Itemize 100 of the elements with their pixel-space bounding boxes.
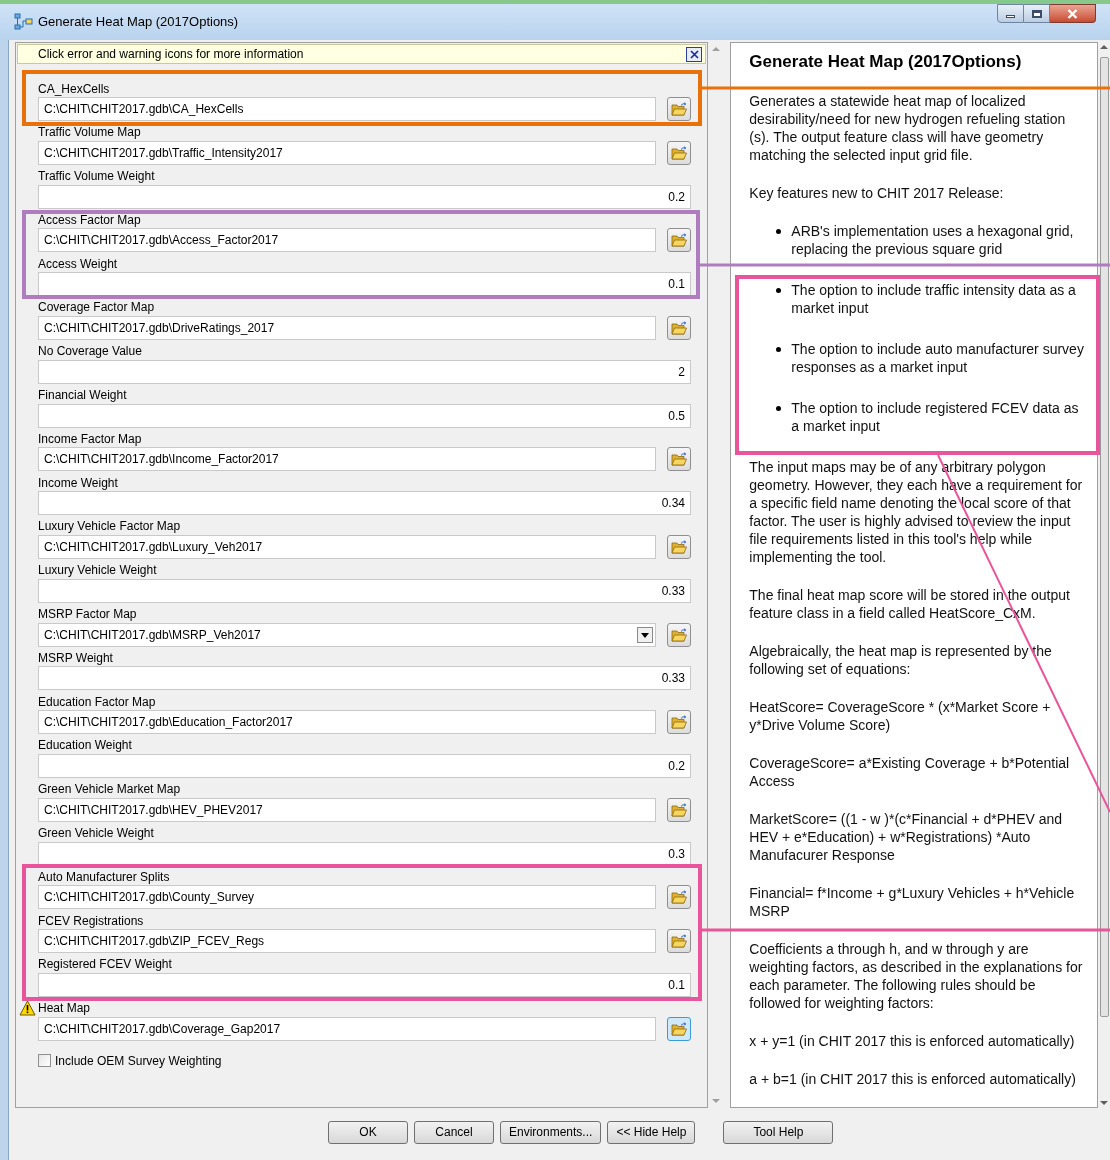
folder-icon [671, 1021, 687, 1036]
browse-button[interactable] [667, 447, 691, 472]
browse-button[interactable] [667, 885, 691, 910]
browse-button[interactable] [667, 710, 691, 735]
folder-icon [671, 452, 687, 467]
warning-icon[interactable] [19, 999, 36, 1016]
help-paragraph: HeatScore= CoverageScore * (x*Market Score + y*Drive Volume Score) [749, 698, 1052, 734]
path-field[interactable]: C:\CHIT\CHIT2017.gdb\ZIP_FCEV_Regs [38, 929, 656, 954]
path-field[interactable]: C:\CHIT\CHIT2017.gdb\Access_Factor2017 [38, 228, 656, 253]
minimize-button[interactable] [997, 4, 1024, 23]
close-icon [1067, 8, 1078, 19]
parameter-label: No Coverage Value [38, 345, 142, 358]
help-paragraph: CoverageScore= a*Existing Coverage + b*Potential Access [749, 754, 1071, 790]
path-field[interactable]: C:\CHIT\CHIT2017.gdb\Luxury_Veh2017 [38, 534, 656, 559]
browse-button[interactable] [667, 1016, 691, 1041]
help-bullet-text: The option to include traffic intensity data as a market input [791, 281, 1077, 317]
browse-button[interactable] [667, 534, 691, 559]
checkbox[interactable] [38, 1054, 51, 1068]
parameter-label: Auto Manufacturer Splits [38, 870, 170, 883]
folder-icon [671, 321, 687, 335]
help-bullet-text: ARB's implementation uses a hexagonal grid, replacing the previous square grid [791, 222, 1075, 258]
number-field[interactable]: 0.2 [38, 184, 691, 209]
parameter-label: MSRP Weight [38, 651, 113, 664]
scroll-down-icon[interactable] [1100, 1101, 1108, 1106]
dialog-button[interactable]: Environments... [500, 1120, 602, 1144]
browse-button[interactable] [667, 316, 691, 340]
bullet-icon [776, 229, 782, 234]
bullet-icon [776, 406, 782, 411]
browse-button[interactable] [667, 929, 691, 954]
parameter-label: Green Vehicle Market Map [38, 783, 181, 796]
number-field[interactable]: 0.3 [38, 841, 691, 866]
browse-button[interactable] [667, 140, 691, 165]
help-paragraph: Coefficients a through h, and w through y are weighting factors, as described in the explanations for each parameter. The following rules should be followed for weighting factors: [749, 940, 1084, 1012]
dialog-button[interactable]: << Hide Help [607, 1120, 696, 1144]
parameter-label: Access Weight [38, 257, 118, 270]
maximize-icon [1031, 9, 1042, 18]
parameter-label: Access Factor Map [38, 213, 141, 226]
path-field[interactable]: C:\CHIT\CHIT2017.gdb\Coverage_Gap2017 [38, 1016, 656, 1041]
number-field[interactable]: 0.1 [38, 972, 691, 997]
path-field[interactable]: C:\CHIT\CHIT2017.gdb\CA_HexCells [38, 97, 656, 121]
close-button[interactable] [686, 46, 703, 62]
path-field[interactable]: C:\CHIT\CHIT2017.gdb\Education_Factor2017 [38, 710, 656, 735]
dialog-button[interactable]: OK [328, 1120, 408, 1144]
help-paragraph: Generates a statewide heat map of localized desirability/need for new hydrogen refueling station (s). The output feature class will have geometry matching the selected input grid file. [749, 92, 1067, 164]
folder-icon [671, 627, 687, 642]
scroll-up-icon[interactable] [1100, 44, 1108, 49]
folder-icon [671, 715, 687, 730]
browse-button[interactable] [667, 797, 691, 822]
folder-icon [671, 233, 687, 248]
path-field[interactable]: C:\CHIT\CHIT2017.gdb\County_Survey [38, 885, 656, 910]
help-bullet-text: The option to include registered FCEV data as a market input [791, 399, 1080, 435]
dialog-button[interactable]: Cancel [414, 1120, 494, 1144]
help-paragraph: a + b=1 (in CHIT 2017 this is enforced automatically) [749, 1070, 1077, 1088]
scroll-up-icon[interactable] [712, 46, 721, 51]
parameter-label: Green Vehicle Weight [38, 827, 154, 840]
number-field[interactable]: 0.1 [38, 272, 691, 297]
number-field[interactable]: 0.34 [38, 491, 691, 516]
maximize-button[interactable] [1024, 4, 1050, 23]
dropdown-field[interactable]: C:\CHIT\CHIT2017.gdb\MSRP_Veh2017 [38, 622, 656, 647]
close-button[interactable] [1050, 4, 1096, 23]
folder-icon [671, 539, 687, 554]
path-field[interactable]: C:\CHIT\CHIT2017.gdb\Income_Factor2017 [38, 447, 656, 472]
folder-icon [671, 145, 687, 160]
parameter-label: Luxury Vehicle Factor Map [38, 520, 181, 533]
parameter-label: Traffic Volume Weight [38, 170, 155, 183]
parameter-label: Luxury Vehicle Weight [38, 564, 157, 577]
folder-icon [671, 802, 687, 817]
parameter-label: FCEV Registrations [38, 914, 144, 927]
folder-icon [671, 934, 687, 949]
parameter-label: CA_HexCells [38, 82, 110, 95]
model-icon [14, 13, 34, 31]
path-field[interactable]: C:\CHIT\CHIT2017.gdb\Traffic_Intensity2017 [38, 140, 656, 165]
parameter-label: Education Weight [38, 739, 132, 752]
path-field[interactable]: C:\CHIT\CHIT2017.gdb\HEV_PHEV2017 [38, 797, 656, 822]
number-field[interactable]: 0.33 [38, 578, 691, 603]
info-message: Click error and warning icons for more information [38, 46, 304, 63]
path-field[interactable]: C:\CHIT\CHIT2017.gdb\DriveRatings_2017 [38, 316, 656, 340]
bullet-icon [776, 288, 782, 293]
help-bullet-text: The option to include auto manufacturer survey responses as a market input [791, 340, 1085, 376]
parameter-label: Registered FCEV Weight [38, 958, 172, 971]
parameter-label: Education Factor Map [38, 695, 156, 708]
parameter-label: Heat Map [38, 1002, 91, 1015]
scroll-down-icon[interactable] [712, 1099, 721, 1104]
scroll-thumb[interactable] [1099, 57, 1109, 1017]
number-field[interactable]: 0.5 [38, 403, 691, 428]
browse-button[interactable] [667, 228, 691, 253]
number-field[interactable]: 0.33 [38, 666, 691, 691]
folder-icon [671, 102, 687, 116]
number-field[interactable]: 2 [38, 359, 691, 384]
browse-button[interactable] [667, 622, 691, 647]
help-paragraph: Key features new to CHIT 2017 Release: [749, 184, 1005, 202]
help-paragraph: Financial= f*Income + g*Luxury Vehicles + h*Vehicle MSRP [749, 884, 1076, 920]
browse-button[interactable] [667, 97, 691, 121]
help-paragraph: x + y=1 (in CHIT 2017 this is enforced automatically) [749, 1032, 1076, 1050]
parameter-label: Income Factor Map [38, 432, 142, 445]
tool-help-button[interactable]: Tool Help [723, 1120, 834, 1144]
parameter-label: Traffic Volume Map [38, 126, 141, 139]
parameter-label: Income Weight [38, 476, 118, 489]
number-field[interactable]: 0.2 [38, 753, 691, 778]
minimize-icon [1006, 15, 1015, 18]
